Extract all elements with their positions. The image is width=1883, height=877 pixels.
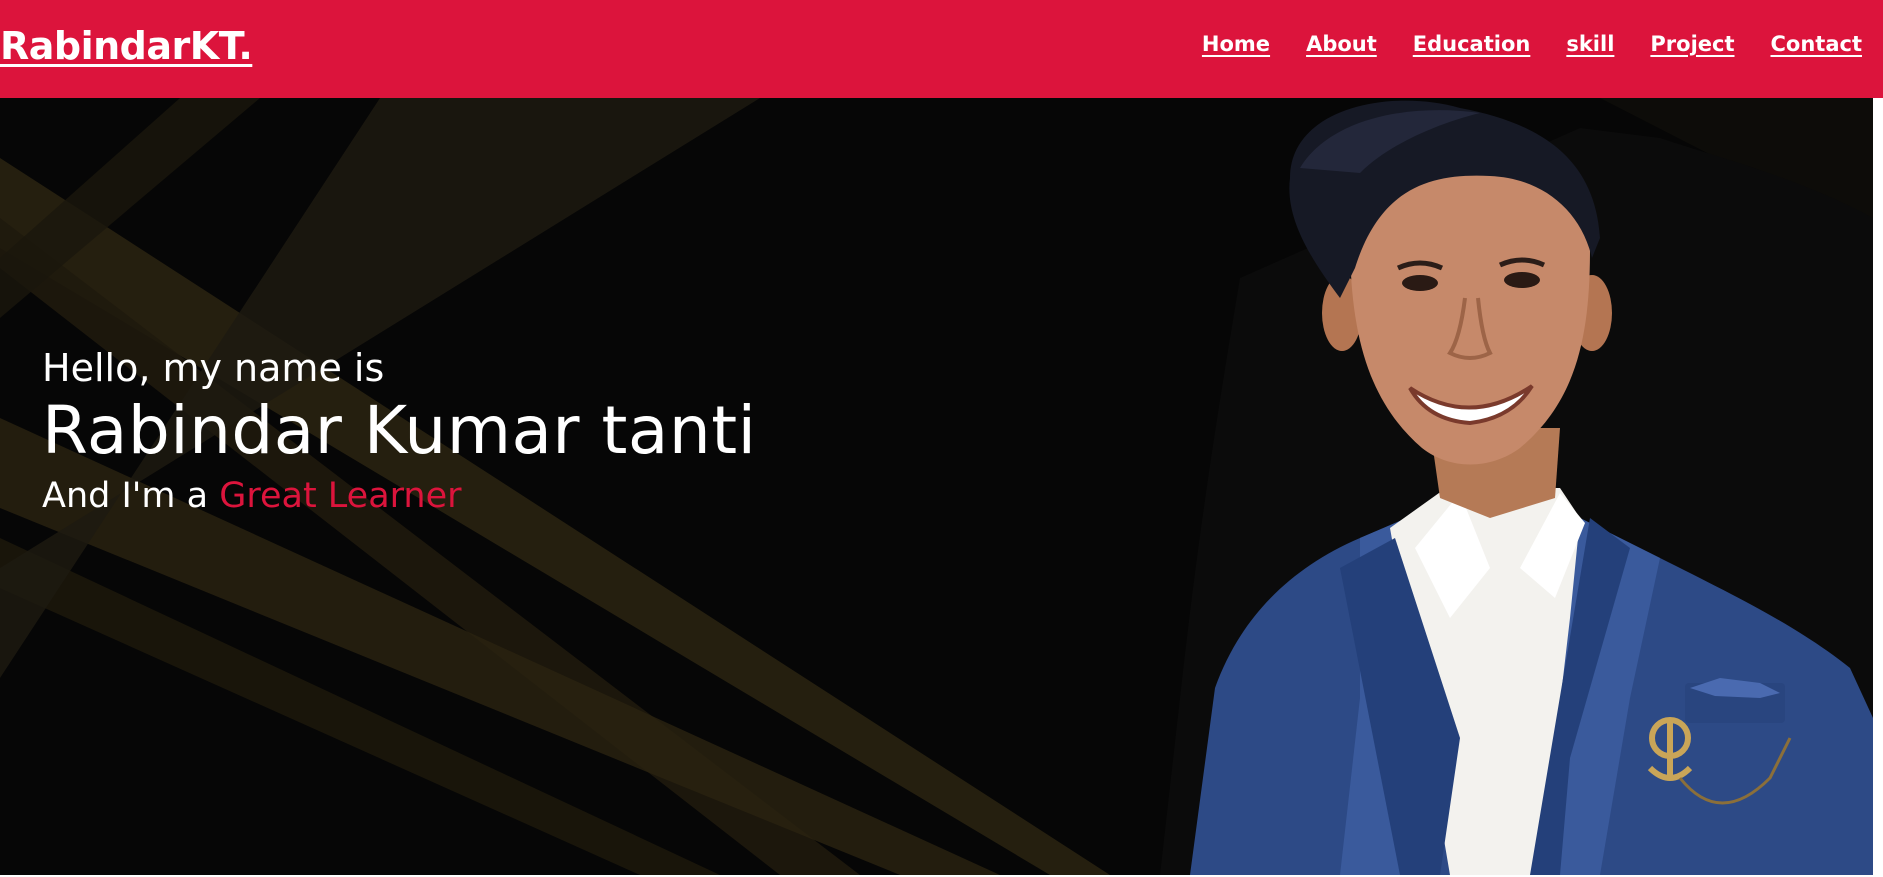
greeting-text: Hello, my name is [42,346,385,390]
nav-link-contact[interactable]: Contact [1771,32,1863,56]
tagline: And I'm a Great Learner [42,473,756,519]
nav-link-home[interactable]: Home [1202,32,1270,56]
tagline-prefix: And I'm a [42,476,220,516]
nav-link-skill[interactable]: skill [1566,32,1614,56]
nav-menu: Home About Education skill Project Conta… [1202,32,1862,56]
nav-link-education[interactable]: Education [1413,32,1531,56]
hero-name: Rabindar Kumar tanti [42,392,757,469]
tagline-highlight: Great Learner [219,476,462,516]
profile-photo [1160,100,1873,875]
nav-link-about[interactable]: About [1306,32,1377,56]
hero-intro: Hello, my name is Rabindar Kumar tanti A… [42,345,756,519]
logo-link[interactable]: RabindarKT. [0,24,253,68]
nav-link-project[interactable]: Project [1650,32,1734,56]
navbar: RabindarKT. Home About Education skill P… [0,0,1883,98]
hero-section: Hello, my name is Rabindar Kumar tanti A… [0,98,1873,875]
